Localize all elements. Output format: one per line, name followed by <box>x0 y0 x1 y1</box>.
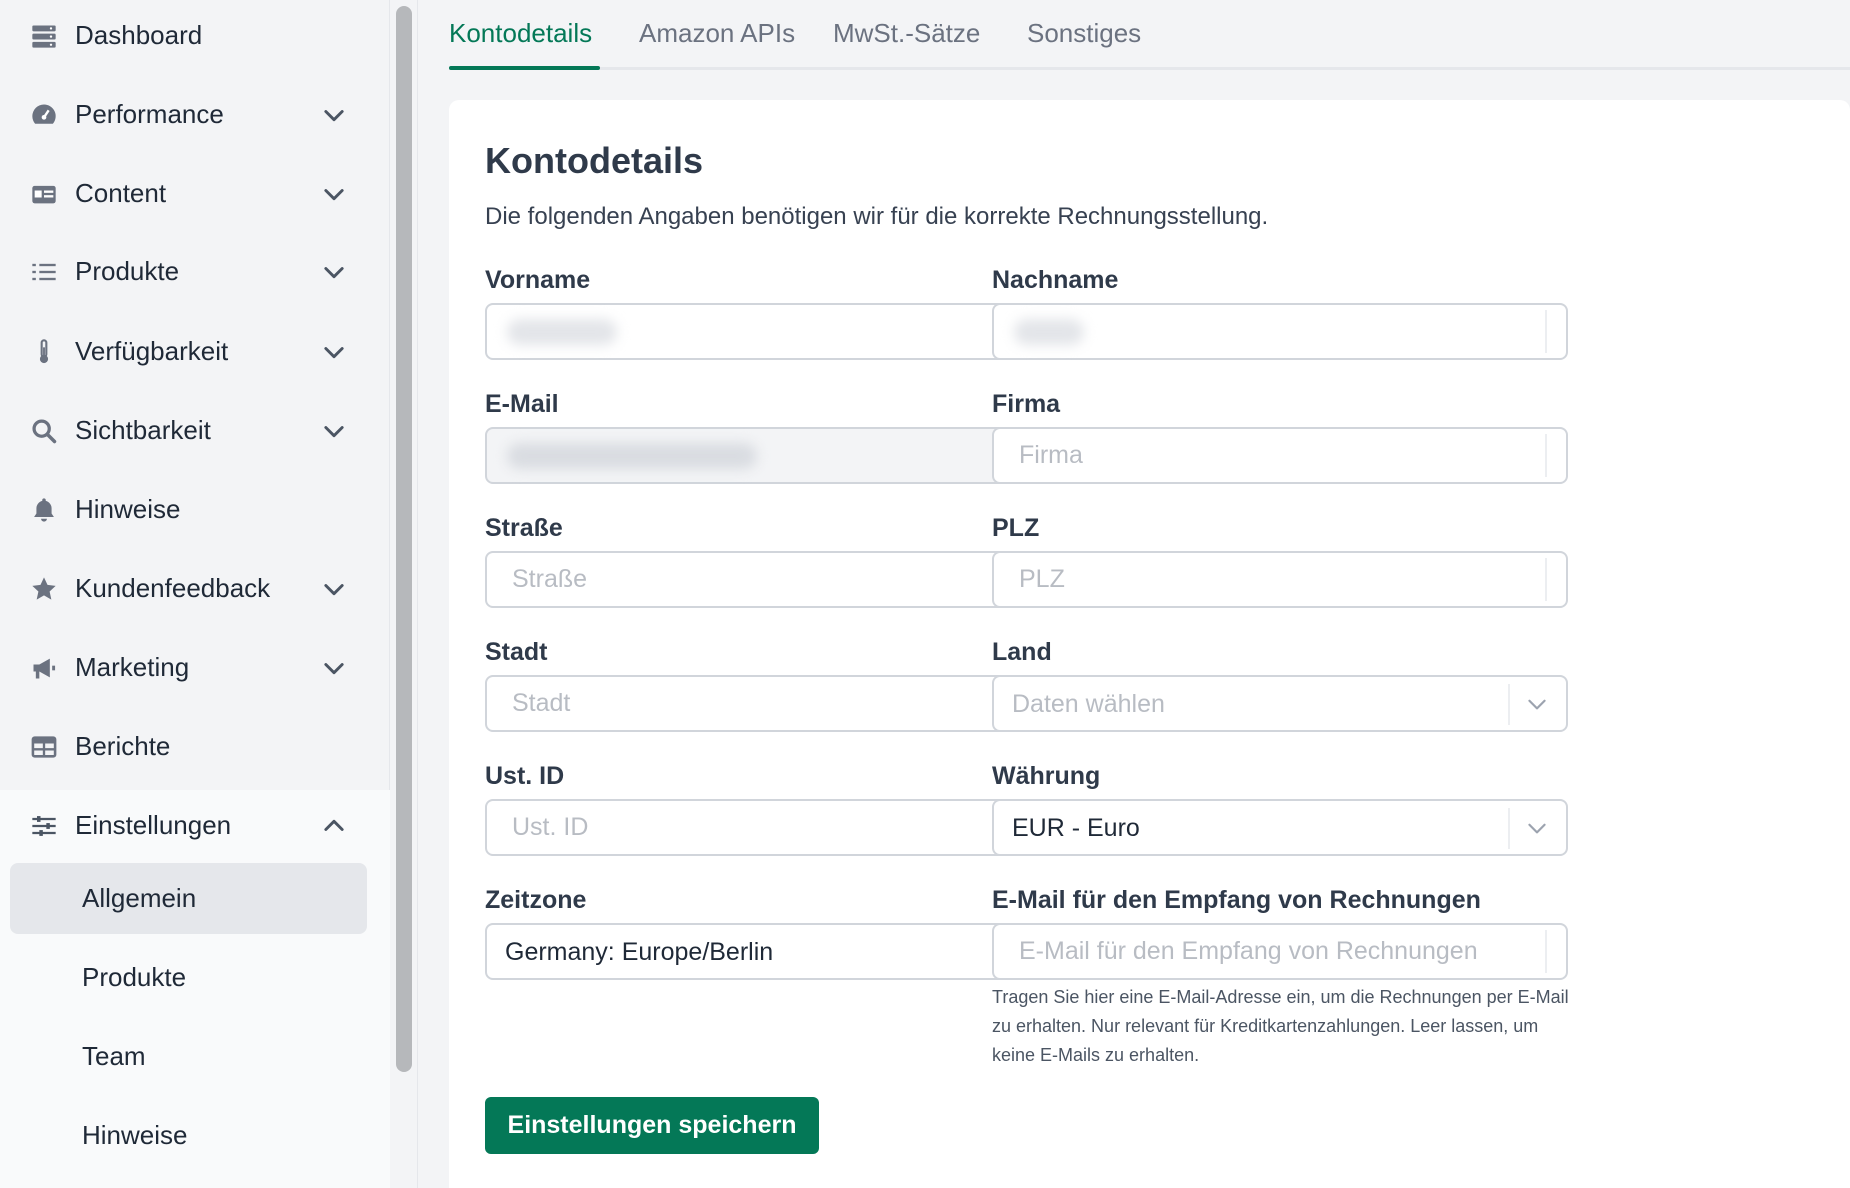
sidebar-item-berichte[interactable]: Berichte <box>0 707 380 786</box>
sidebar-item-performance[interactable]: Performance <box>0 75 380 154</box>
section-title: Kontodetails <box>485 140 704 181</box>
gauge-icon <box>30 101 58 129</box>
zeitzone-label: Zeitzone <box>485 886 587 914</box>
sidebar-subitem-hinweise[interactable]: Hinweise <box>10 1100 367 1171</box>
land-select[interactable]: Daten wählen <box>992 675 1568 732</box>
sidebar-item-label: Berichte <box>75 731 171 761</box>
main-content: Kontodetails Amazon APIs MwSt.-Sätze Son… <box>419 0 1850 1188</box>
megaphone-icon <box>30 654 58 682</box>
chevron-down-icon <box>324 662 344 674</box>
sidebar-item-label: Produkte <box>75 256 180 286</box>
tab-kontodetails[interactable]: Kontodetails <box>449 18 592 70</box>
email-label: E-Mail <box>485 390 559 418</box>
plz-label: PLZ <box>992 514 1040 542</box>
redacted-value <box>1014 319 1084 345</box>
select-divider <box>1508 684 1510 725</box>
tab-sonstiges[interactable]: Sonstiges <box>1027 18 1141 70</box>
chevron-down-icon <box>1528 823 1546 834</box>
tab-amazon-apis[interactable]: Amazon APIs <box>639 18 795 70</box>
sidebar-item-label: Performance <box>75 99 224 129</box>
sidebar-item-produkte[interactable]: Produkte <box>0 232 380 311</box>
sidebar-item-label: Dashboard <box>75 20 203 50</box>
sidebar-subitem-produkte[interactable]: Produkte <box>10 942 367 1013</box>
ustid-label: Ust. ID <box>485 762 565 790</box>
strasse-input[interactable] <box>485 551 1061 608</box>
section-description: Die folgenden Angaben benötigen wir für … <box>485 203 1269 230</box>
land-label: Land <box>992 638 1052 666</box>
input-divider <box>1545 558 1547 601</box>
waehrung-select-value: EUR - Euro <box>1012 814 1140 842</box>
chevron-down-icon <box>324 425 344 437</box>
sidebar-item-content[interactable]: Content <box>0 154 380 233</box>
sidebar-item-hinweise[interactable]: Hinweise <box>0 470 380 549</box>
vorname-label: Vorname <box>485 266 591 294</box>
plz-input[interactable] <box>992 551 1568 608</box>
chevron-down-icon <box>324 188 344 200</box>
select-divider <box>1508 808 1510 849</box>
tab-bar: Kontodetails Amazon APIs MwSt.-Sätze Son… <box>449 0 1850 70</box>
nachname-label: Nachname <box>992 266 1119 294</box>
sidebar-item-dashboard[interactable]: Dashboard <box>0 0 380 75</box>
redacted-value <box>507 319 617 345</box>
sliders-icon <box>30 812 58 840</box>
sidebar-item-marketing[interactable]: Marketing <box>0 628 380 707</box>
sidebar-subitem-team[interactable]: Team <box>10 1021 367 1092</box>
sidebar-item-label: Kundenfeedback <box>75 573 271 603</box>
sidebar-item-label: Hinweise <box>75 494 181 524</box>
chevron-down-icon <box>324 346 344 358</box>
sidebar-item-sichtbarkeit[interactable]: Sichtbarkeit <box>0 391 380 470</box>
firma-input[interactable] <box>992 427 1568 484</box>
sidebar-item-label: Verfügbarkeit <box>75 336 229 366</box>
input-divider <box>1545 310 1547 353</box>
settings-group: Einstellungen Allgemein Produkte Team Hi… <box>0 790 390 1188</box>
firma-label: Firma <box>992 390 1061 418</box>
input-divider <box>1545 930 1547 973</box>
sidebar-item-label: Sichtbarkeit <box>75 415 211 445</box>
list-icon <box>30 258 58 286</box>
ustid-input[interactable] <box>485 799 1061 856</box>
tab-mwst-saetze[interactable]: MwSt.-Sätze <box>833 18 980 70</box>
input-divider <box>1545 434 1547 477</box>
land-select-value: Daten wählen <box>1012 690 1165 718</box>
redacted-value <box>507 443 757 469</box>
sidebar-subitem-label: Allgemein <box>82 883 197 913</box>
sidebar-item-verfuegbarkeit[interactable]: Verfügbarkeit <box>0 312 380 391</box>
active-tab-indicator <box>449 66 600 70</box>
sidebar-subitem-label: Hinweise <box>82 1120 188 1150</box>
sidebar: Dashboard Performance Content Produkte V… <box>0 0 390 1188</box>
rechnungsemail-hint: Tragen Sie hier eine E-Mail-Adresse ein,… <box>992 987 1569 1065</box>
chevron-down-icon <box>324 266 344 278</box>
sidebar-subitem-allgemein[interactable]: Allgemein <box>10 863 367 934</box>
account-details-card: Kontodetails Die folgenden Angaben benöt… <box>449 100 1850 1188</box>
waehrung-select[interactable]: EUR - Euro <box>992 799 1568 856</box>
strasse-label: Straße <box>485 514 563 542</box>
star-icon <box>30 575 58 603</box>
sidebar-subitem-label: Produkte <box>82 962 187 992</box>
sidebar-scrollbar-thumb[interactable] <box>396 6 412 1072</box>
search-icon <box>30 417 58 445</box>
save-settings-button[interactable]: Einstellungen speichern <box>485 1097 819 1154</box>
zeitzone-select-value: Germany: Europe/Berlin <box>505 938 774 966</box>
zeitzone-select[interactable]: Germany: Europe/Berlin <box>485 923 1061 980</box>
server-icon <box>30 22 58 50</box>
chevron-down-icon <box>324 583 344 595</box>
thermometer-icon <box>30 338 58 366</box>
chevron-down-icon <box>324 109 344 121</box>
stadt-label: Stadt <box>485 638 548 666</box>
table-icon <box>30 733 58 761</box>
chevron-up-icon <box>324 819 344 831</box>
sidebar-item-label: Content <box>75 178 167 208</box>
waehrung-label: Währung <box>992 762 1101 790</box>
chevron-down-icon <box>1528 699 1546 710</box>
sidebar-item-label: Einstellungen <box>75 810 232 840</box>
id-card-icon <box>30 180 58 208</box>
rechnungsemail-label: E-Mail für den Empfang von Rechnungen <box>992 886 1481 914</box>
rechnungsemail-input[interactable] <box>992 923 1568 980</box>
sidebar-item-label: Marketing <box>75 652 190 682</box>
stadt-input[interactable] <box>485 675 1061 732</box>
sidebar-subitem-label: Team <box>82 1041 146 1071</box>
bell-icon <box>30 496 58 524</box>
sidebar-item-einstellungen[interactable]: Einstellungen <box>0 786 380 865</box>
sidebar-item-kundenfeedback[interactable]: Kundenfeedback <box>0 549 380 628</box>
